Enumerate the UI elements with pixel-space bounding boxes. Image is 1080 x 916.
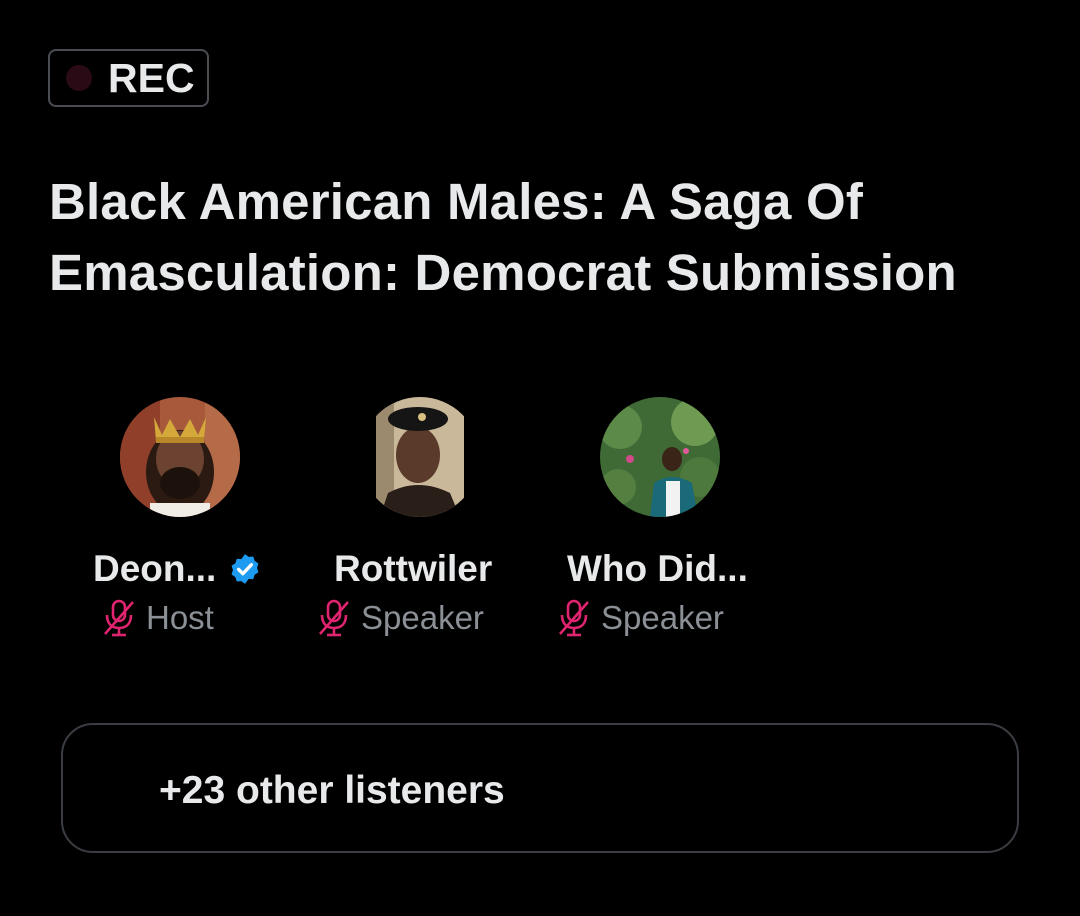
- microphone-muted-icon: [101, 598, 137, 638]
- participant-name: Who Did...: [567, 547, 748, 591]
- participant-name-text: Who Did...: [567, 548, 748, 589]
- crowned-man-avatar-image: [120, 397, 240, 517]
- woman-in-garden-avatar-image: [600, 397, 720, 517]
- recording-label: REC: [108, 54, 195, 101]
- avatar[interactable]: [600, 397, 720, 517]
- role-label: Speaker: [361, 599, 484, 636]
- man-in-beret-avatar-image: [360, 397, 480, 517]
- microphone-muted-icon: [316, 598, 352, 638]
- recording-dot-icon: [66, 65, 92, 91]
- microphone-muted-icon: [556, 598, 592, 638]
- participant-role: Speaker: [316, 598, 484, 638]
- verified-badge-icon: [228, 552, 262, 586]
- other-listeners-label: +23 other listeners: [159, 769, 505, 812]
- participant-role: Speaker: [556, 598, 724, 638]
- other-listeners-button[interactable]: +23 other listeners: [61, 723, 1019, 853]
- participant-role: Host: [101, 598, 214, 638]
- role-label: Speaker: [601, 599, 724, 636]
- participant-name-text: Rottwiler: [334, 548, 493, 589]
- role-label: Host: [146, 599, 214, 636]
- space-title: Black American Males: A Saga Of Emascula…: [49, 173, 957, 301]
- avatar[interactable]: [120, 397, 240, 517]
- avatar[interactable]: [360, 397, 480, 517]
- recording-badge: REC: [48, 49, 209, 107]
- participant-name-text: Deon...: [93, 548, 217, 589]
- participant-name: Rottwiler: [334, 547, 492, 591]
- participant-name: Deon...: [93, 547, 262, 591]
